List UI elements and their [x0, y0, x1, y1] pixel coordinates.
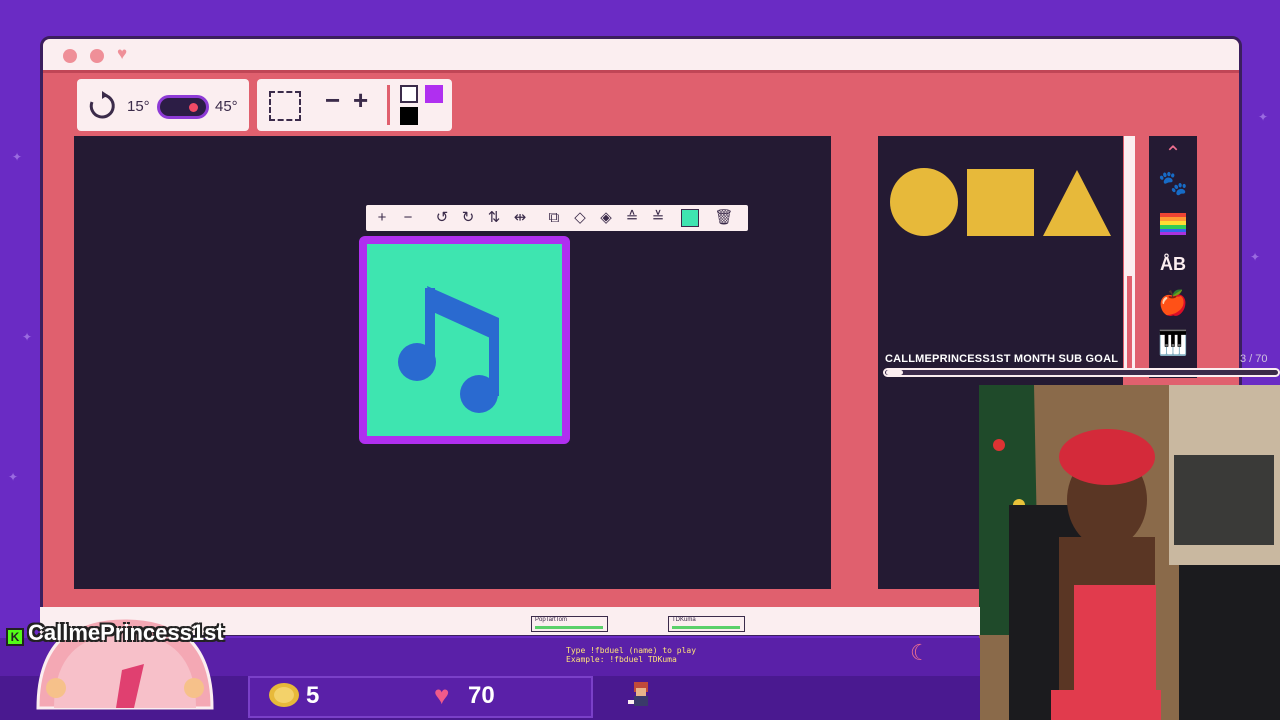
coin-icon	[269, 683, 299, 707]
flip-vertical-icon[interactable]: ⇅	[482, 206, 506, 230]
scroll-thumb[interactable]	[1127, 276, 1132, 376]
minimize-dot-button[interactable]	[90, 49, 104, 63]
player-card: TDKuma	[668, 616, 745, 632]
webcam-feed	[979, 385, 1280, 720]
tertiary-color-swatch[interactable]	[400, 107, 418, 125]
player-name: PopTartTom	[535, 617, 568, 623]
player-hp-bar	[535, 626, 603, 629]
square-shape[interactable]	[967, 169, 1034, 236]
rainbow-flag-icon[interactable]	[1157, 208, 1189, 240]
angle-large-label[interactable]: 45°	[215, 98, 238, 115]
plus-icon[interactable]: +	[370, 206, 394, 230]
crescent-moon-icon: ☾	[910, 640, 930, 665]
player-hp-bar	[672, 626, 740, 629]
tools-column: ⌃ 🐾 ÅB 🍎 🎹	[1149, 136, 1197, 378]
sub-goal-bar	[883, 368, 1280, 377]
layer-bottom-icon[interactable]: ≚	[646, 206, 670, 230]
trash-icon[interactable]: 🗑	[712, 206, 736, 230]
coin-count: 5	[306, 682, 320, 709]
shape-palette	[890, 168, 1111, 236]
sparkle-icon: ✦	[1258, 110, 1269, 124]
sticker-color-swatch[interactable]	[681, 209, 699, 227]
circle-shape[interactable]	[890, 168, 958, 236]
layer-down-icon[interactable]: ◈	[594, 206, 618, 230]
shapes-scrollbar[interactable]	[1124, 136, 1135, 376]
favorite-heart-icon[interactable]: ♥	[117, 45, 131, 62]
sub-goal-count: 3 / 70	[1240, 353, 1268, 365]
fbduel-line1: Type !fbduel (name) to play	[566, 646, 697, 655]
channel-name: CallmePrincess1st	[28, 620, 224, 645]
duplicate-icon[interactable]: ⧉	[542, 206, 566, 230]
fbduel-instructions: Type !fbduel (name) to play Example: !fb…	[566, 646, 696, 664]
heart-icon: ♥	[434, 680, 450, 710]
text-ab-icon[interactable]: ÅB	[1157, 248, 1189, 280]
sub-goal-fill	[886, 370, 903, 375]
paw-icon[interactable]: 🐾	[1157, 168, 1189, 200]
zoom-out-button[interactable]: −	[325, 85, 340, 116]
edit-panel: − +	[257, 79, 452, 131]
music-note-sticker[interactable]	[359, 236, 570, 444]
window-titlebar: ♥	[43, 39, 1239, 73]
layer-top-icon[interactable]: ≙	[620, 206, 644, 230]
kick-badge-icon: K	[6, 628, 24, 646]
triangle-shape[interactable]	[1043, 170, 1111, 236]
divider	[387, 85, 390, 125]
angle-small-label[interactable]: 15°	[127, 98, 150, 115]
sparkle-icon: ✦	[22, 330, 33, 344]
marquee-select-icon[interactable]	[269, 91, 301, 121]
close-dot-button[interactable]	[63, 49, 77, 63]
minus-icon[interactable]: −	[396, 206, 420, 230]
rotate-left-icon[interactable]: ↺	[430, 206, 454, 230]
chevron-up-icon[interactable]: ⌃	[1157, 138, 1189, 170]
flip-horizontal-icon[interactable]: ⇹	[508, 206, 532, 230]
object-toolbar: + − ↺ ↻ ⇅ ⇹ ⧉ ◇ ◈ ≙ ≚ 🗑	[366, 205, 748, 231]
sparkle-icon: ✦	[12, 150, 23, 164]
sparkle-icon: ✦	[8, 470, 19, 484]
sub-goal-title: CALLMEPRINCESS1ST MONTH SUB GOAL	[885, 353, 1119, 365]
primary-color-swatch[interactable]	[400, 85, 418, 103]
apple-icon[interactable]: 🍎	[1157, 288, 1189, 320]
secondary-color-swatch[interactable]	[425, 85, 443, 103]
piano-icon[interactable]: 🎹	[1157, 328, 1189, 360]
toggle-knob	[189, 103, 198, 112]
player-name: TDKuma	[672, 617, 696, 623]
angle-toggle[interactable]	[157, 95, 209, 119]
heart-count: 70	[468, 682, 495, 709]
zoom-in-button[interactable]: +	[353, 85, 368, 116]
color-swatch[interactable]	[678, 206, 702, 230]
sparkle-icon: ✦	[1250, 250, 1261, 264]
rotation-panel: 15° 45°	[77, 79, 249, 131]
webcam-image	[979, 385, 1280, 720]
rotate-right-icon[interactable]: ↻	[456, 206, 480, 230]
fbduel-line2: Example: !fbduel TDKuma	[566, 655, 677, 664]
layer-up-icon[interactable]: ◇	[568, 206, 592, 230]
pixel-avatar-icon	[628, 682, 648, 706]
player-card: PopTartTom	[531, 616, 608, 632]
music-note-icon	[398, 286, 499, 413]
rotate-icon[interactable]	[87, 91, 117, 121]
